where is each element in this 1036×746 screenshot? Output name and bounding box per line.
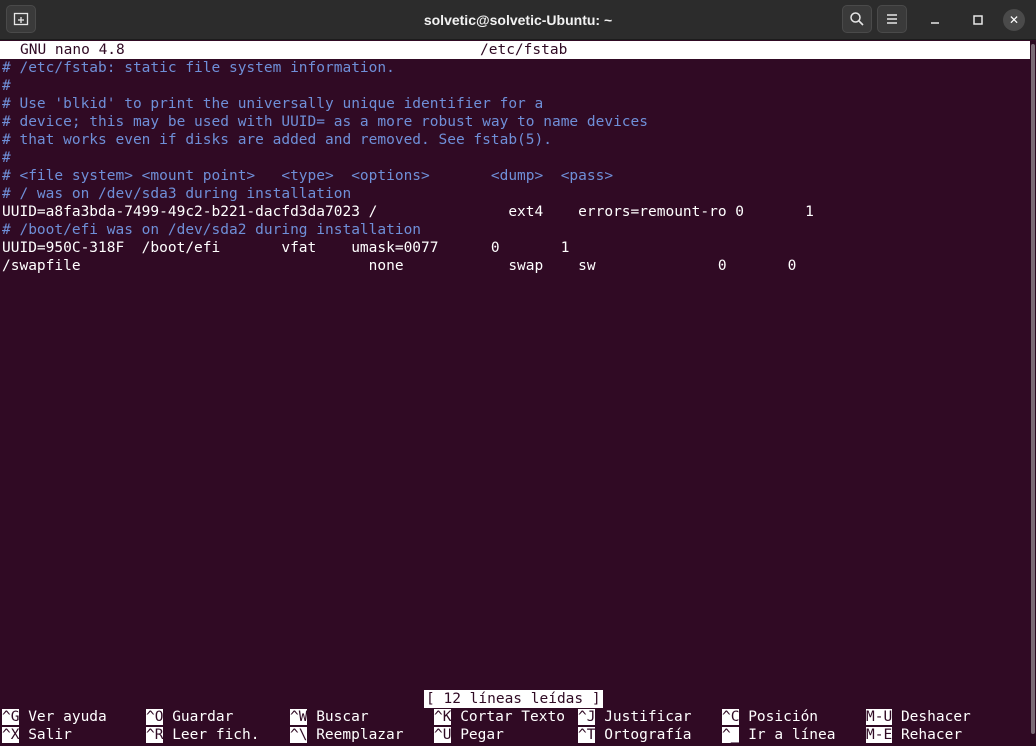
shortcut-cortar-texto[interactable]: ^K Cortar Texto — [434, 708, 565, 726]
nano-filename: /etc/fstab — [480, 42, 568, 58]
shortcut-guardar[interactable]: ^O Guardar — [146, 708, 233, 726]
shortcut-label: Ortografía — [604, 727, 692, 743]
maximize-icon — [973, 15, 983, 25]
file-line: UUID=a8fa3bda-7499-49c2-b221-dacfd3da702… — [2, 204, 814, 220]
file-line: # — [2, 78, 11, 94]
shortcut-label: Posición — [748, 709, 819, 725]
nano-header: GNU nano 4.8 /etc/fstab — [0, 41, 1030, 59]
file-line: # — [2, 150, 11, 166]
shortcut-key: ^_ — [722, 727, 740, 743]
shortcut-pegar[interactable]: ^U Pegar — [434, 726, 504, 744]
file-line: # <file system> <mount point> <type> <op… — [2, 168, 614, 184]
shortcut-key: ^J — [578, 709, 596, 725]
shortcut-key: ^K — [434, 709, 452, 725]
shortcut-key: ^\ — [290, 727, 308, 743]
shortcut-rehacer[interactable]: M-E Rehacer — [866, 726, 962, 744]
file-line: # that works even if disks are added and… — [2, 132, 552, 148]
shortcut-key: ^U — [434, 727, 452, 743]
shortcut-label: Salir — [28, 727, 72, 743]
shortcut-key: ^X — [2, 727, 20, 743]
nano-status-message: [ 12 líneas leídas ] — [424, 690, 603, 708]
shortcut-reemplazar[interactable]: ^\ Reemplazar — [290, 726, 404, 744]
shortcut-label: Justificar — [604, 709, 692, 725]
shortcut-ortografia[interactable]: ^T Ortografía — [578, 726, 692, 744]
terminal-area[interactable]: GNU nano 4.8 /etc/fstab # /etc/fstab: st… — [0, 41, 1030, 746]
shortcut-posicion[interactable]: ^C Posición — [722, 708, 818, 726]
shortcut-label: Reemplazar — [316, 727, 404, 743]
shortcut-key: ^R — [146, 727, 164, 743]
shortcut-deshacer[interactable]: M-U Deshacer — [866, 708, 971, 726]
shortcut-ir-a-linea[interactable]: ^_ Ir a línea — [722, 726, 836, 744]
shortcut-key: M-U — [866, 709, 893, 725]
file-line: UUID=950C-318F /boot/efi vfat umask=0077… — [2, 240, 570, 256]
file-line: # /boot/efi was on /dev/sda2 during inst… — [2, 222, 422, 238]
shortcut-key: M-E — [866, 727, 893, 743]
shortcut-key: ^T — [578, 727, 596, 743]
menu-button[interactable] — [877, 5, 907, 33]
shortcut-label: Cortar Texto — [460, 709, 565, 725]
new-tab-button[interactable] — [6, 5, 36, 33]
new-tab-icon — [13, 12, 29, 26]
shortcut-ver-ayuda[interactable]: ^G Ver ayuda — [2, 708, 107, 726]
shortcut-key: ^W — [290, 709, 308, 725]
hamburger-menu-icon — [887, 14, 897, 24]
shortcut-label: Deshacer — [900, 709, 971, 725]
close-icon: ✕ — [1003, 9, 1025, 31]
shortcut-buscar[interactable]: ^W Buscar — [290, 708, 369, 726]
shortcut-justificar[interactable]: ^J Justificar — [578, 708, 692, 726]
search-icon — [850, 12, 864, 26]
shortcut-key: ^G — [2, 709, 20, 725]
shortcut-label: Pegar — [460, 727, 504, 743]
file-line: # /etc/fstab: static file system informa… — [2, 60, 395, 76]
window-titlebar: solvetic@solvetic-Ubuntu: ~ ✕ — [0, 0, 1036, 40]
shortcut-leer-fich[interactable]: ^R Leer fich. — [146, 726, 260, 744]
terminal-scrollbar-thumb[interactable] — [1031, 44, 1035, 734]
shortcut-label: Rehacer — [900, 727, 963, 743]
maximize-button[interactable] — [964, 6, 992, 34]
shortcut-label: Ir a línea — [748, 727, 836, 743]
shortcut-label: Buscar — [316, 709, 369, 725]
file-line: # Use 'blkid' to print the universally u… — [2, 96, 544, 112]
nano-version: GNU nano 4.8 — [20, 42, 125, 58]
minimize-button[interactable] — [921, 6, 949, 34]
file-line: # / was on /dev/sda3 during installation — [2, 186, 352, 202]
shortcut-key: ^O — [146, 709, 164, 725]
shortcut-label: Leer fich. — [172, 727, 260, 743]
shortcut-label: Guardar — [172, 709, 234, 725]
search-button[interactable] — [842, 5, 872, 33]
file-line: /swapfile none swap sw 0 0 — [2, 258, 797, 274]
shortcut-label: Ver ayuda — [28, 709, 107, 725]
shortcut-salir[interactable]: ^X Salir — [2, 726, 72, 744]
file-line: # device; this may be used with UUID= as… — [2, 114, 649, 130]
shortcut-key: ^C — [722, 709, 740, 725]
minimize-icon — [931, 22, 939, 24]
close-button[interactable]: ✕ — [1000, 6, 1028, 34]
